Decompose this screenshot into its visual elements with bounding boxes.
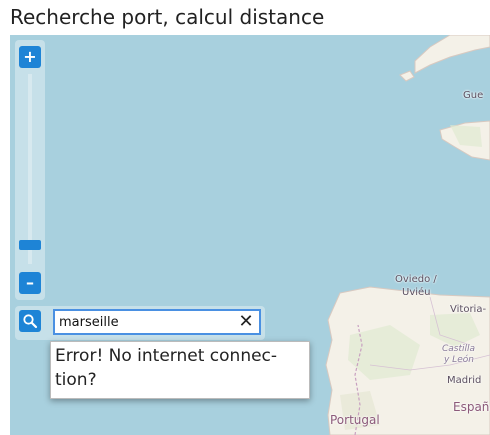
map-view[interactable]: Gue Oviedo / Uviéu Vitoria- Castilla y L… (10, 35, 490, 435)
map-label-guernsey: Gue (463, 90, 484, 101)
zoom-in-button[interactable]: + (19, 46, 41, 68)
map-label-portugal: Portugal (330, 413, 380, 427)
search-input[interactable] (59, 313, 235, 331)
search-button[interactable] (19, 310, 41, 332)
map-label-uvieu: Uviéu (402, 287, 431, 298)
zoom-slider-track[interactable] (28, 74, 32, 264)
map-label-vitoria: Vitoria- (450, 304, 487, 315)
map-label-madrid: Madrid (447, 375, 482, 386)
map-label-oviedo: Oviedo / (395, 274, 437, 285)
search-icon (23, 314, 38, 329)
map-label-espana: España (453, 400, 490, 414)
search-control: ✕ (15, 306, 265, 340)
close-icon[interactable]: ✕ (237, 311, 255, 333)
zoom-slider-thumb[interactable] (19, 239, 41, 250)
page-title: Recherche port, calcul distance (10, 5, 325, 29)
zoom-out-button[interactable]: – (19, 272, 41, 294)
map-label-castilla: Castilla (442, 344, 476, 354)
search-field[interactable]: ✕ (53, 309, 261, 335)
map-label-leon: y León (444, 355, 474, 365)
error-message: Error! No internet connec-tion? (50, 341, 310, 399)
zoom-control: + – (15, 40, 45, 300)
